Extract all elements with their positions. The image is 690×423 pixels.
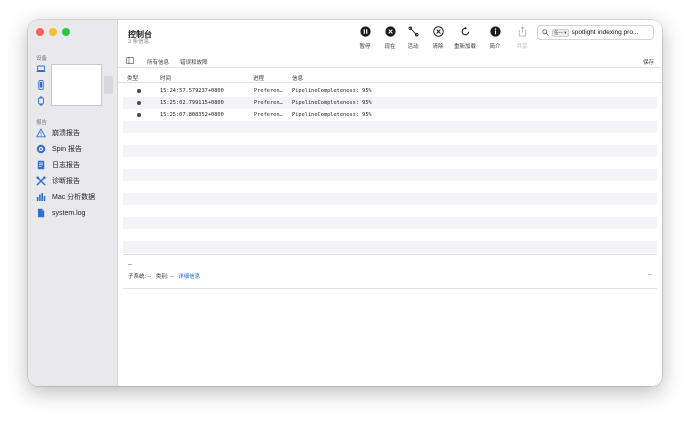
empty-row: [123, 229, 657, 241]
file-icon: [38, 208, 45, 218]
search-icon: [542, 29, 549, 36]
save-button[interactable]: 保存: [643, 58, 654, 66]
search-scope-dropdown[interactable]: 任一 ▾: [552, 28, 569, 37]
row-time: 15:24:57.579237+0800: [160, 88, 224, 94]
table-row[interactable]: 15:25:07.808352+0800 Preferen… PipelineC…: [123, 109, 657, 121]
pause-icon: [359, 26, 371, 37]
console-window: 设备 报告 崩溃报告 Spin 报告 日志报告 诊断报告 Mac 分析数据 sy…: [28, 20, 662, 386]
table-header: 类型 时间 进程 信息: [118, 70, 662, 83]
document-icon: [37, 160, 45, 170]
activity-icon: [408, 26, 418, 37]
iphone-icon[interactable]: [36, 80, 46, 90]
table-row[interactable]: 15:25:02.799115+0800 Preferen… PipelineC…: [123, 97, 657, 109]
detail-message: --: [128, 262, 132, 268]
sidebar-item-label: system.log: [52, 209, 86, 217]
row-process: Preferen…: [254, 88, 283, 94]
traffic-lights: [36, 28, 70, 36]
minimize-window-button[interactable]: [49, 28, 57, 36]
row-process: Preferen…: [254, 112, 283, 118]
sidebar-item-diagnostic-reports[interactable]: 诊断报告: [36, 175, 80, 187]
tools-icon: [36, 176, 46, 186]
detail-category: 类别: --: [155, 274, 174, 280]
close-window-button[interactable]: [36, 28, 44, 36]
sidebar-item-label: Mac 分析数据: [52, 194, 96, 201]
maximize-window-button[interactable]: [62, 28, 70, 36]
search-input[interactable]: spotlight indexing pro...: [572, 29, 639, 36]
sidebar-item-label: 日志报告: [52, 162, 80, 169]
message-type-dot: [137, 101, 141, 105]
column-time[interactable]: 时间: [160, 74, 171, 82]
message-count: 3 条信息: [128, 39, 150, 45]
reports-header: 报告: [36, 120, 48, 126]
empty-row: [123, 121, 657, 133]
detail-metadata: 子系统: -- 类别: -- 详细信息: [128, 272, 200, 280]
row-time: 15:25:02.799115+0800: [160, 100, 224, 106]
filter-bar: 所有信息 错误和故障 保存: [118, 54, 662, 68]
message-type-dot: [137, 89, 141, 93]
watch-icon[interactable]: [36, 96, 46, 106]
row-process: Preferen…: [254, 100, 283, 106]
sidebar: 设备 报告 崩溃报告 Spin 报告 日志报告 诊断报告 Mac 分析数据 sy…: [28, 20, 118, 386]
row-message: PipelineCompleteness: 95%: [292, 112, 372, 118]
spin-report-icon: [36, 144, 46, 154]
sidebar-item-spin-reports[interactable]: Spin 报告: [36, 143, 82, 155]
sidebar-item-system-log[interactable]: system.log: [36, 207, 85, 219]
empty-row: [123, 145, 657, 157]
details-link[interactable]: 详细信息: [178, 274, 200, 280]
column-type[interactable]: 类型: [127, 74, 138, 82]
detail-right-value: --: [648, 272, 652, 278]
split-divider[interactable]: [123, 254, 657, 255]
now-icon: [384, 26, 396, 37]
empty-row: [123, 157, 657, 169]
sidebar-item-crash-reports[interactable]: 崩溃报告: [36, 127, 80, 139]
sidebar-item-log-reports[interactable]: 日志报告: [36, 159, 80, 171]
sidebar-toggle-icon[interactable]: [126, 57, 134, 64]
empty-row: [123, 241, 657, 253]
column-message[interactable]: 信息: [292, 74, 303, 82]
main-pane: 控制台 3 条信息 暂停 现在 活动 清除 重新加载 简介 共享 任一 ▾ sp…: [118, 20, 662, 386]
table-row[interactable]: 15:24:57.579237+0800 Preferen… PipelineC…: [123, 85, 657, 97]
empty-row: [123, 193, 657, 205]
device-list-scrollbar[interactable]: [104, 76, 113, 94]
sidebar-item-mac-analytics[interactable]: Mac 分析数据: [36, 191, 95, 203]
device-preview[interactable]: [51, 64, 102, 106]
reload-button[interactable]: 重新加载: [450, 26, 480, 50]
empty-row: [123, 133, 657, 145]
row-message: PipelineCompleteness: 95%: [292, 100, 372, 106]
log-table: 15:24:57.579237+0800 Preferen… PipelineC…: [123, 85, 657, 253]
empty-row: [123, 181, 657, 193]
sidebar-item-label: Spin 报告: [52, 146, 82, 153]
row-message: PipelineCompleteness: 95%: [292, 88, 372, 94]
info-button[interactable]: 简介: [480, 26, 510, 50]
detail-divider: [123, 288, 657, 289]
detail-subsystem: 子系统: --: [128, 274, 152, 280]
share-button[interactable]: 共享: [507, 26, 537, 50]
clear-icon: [432, 26, 444, 37]
filter-errors-faults[interactable]: 错误和故障: [180, 58, 208, 66]
message-type-dot: [137, 113, 141, 117]
clear-button[interactable]: 清除: [423, 26, 453, 50]
sidebar-item-label: 诊断报告: [52, 178, 80, 185]
empty-row: [123, 169, 657, 181]
share-icon: [518, 26, 526, 37]
column-process[interactable]: 进程: [253, 74, 264, 82]
filter-all-messages[interactable]: 所有信息: [147, 58, 169, 66]
info-icon: [489, 26, 501, 37]
devices-header: 设备: [36, 56, 48, 62]
search-field[interactable]: 任一 ▾ spotlight indexing pro...: [537, 25, 654, 40]
sidebar-item-label: 崩溃报告: [52, 130, 80, 137]
mac-laptop-icon[interactable]: [36, 64, 46, 74]
empty-row: [123, 217, 657, 229]
warning-triangle-icon: [36, 128, 46, 138]
empty-row: [123, 205, 657, 217]
bar-chart-icon: [36, 193, 46, 201]
reload-icon: [461, 26, 469, 36]
row-time: 15:25:07.808352+0800: [160, 112, 224, 118]
